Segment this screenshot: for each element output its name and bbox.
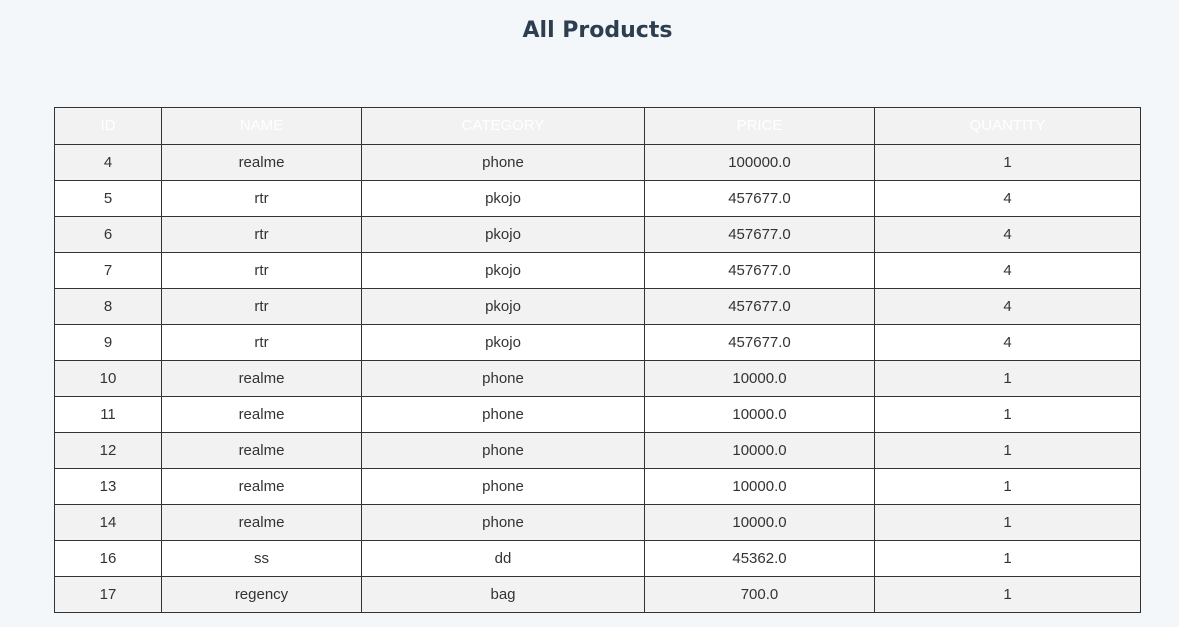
cell-price: 10000.0 (644, 504, 875, 541)
cell-category: pkojo (361, 252, 645, 289)
table-row: 7 rtr pkojo 457677.0 4 (54, 252, 1141, 289)
cell-category: phone (361, 504, 645, 541)
table-row: 14 realme phone 10000.0 1 (54, 504, 1141, 541)
cell-id: 10 (54, 360, 162, 397)
cell-price: 10000.0 (644, 360, 875, 397)
cell-name: regency (161, 576, 362, 613)
cell-category: phone (361, 396, 645, 433)
cell-category: phone (361, 432, 645, 469)
cell-name: rtr (161, 180, 362, 217)
products-table: ID NAME CATEGORY PRICE QUANTITY 4 realme… (54, 107, 1141, 613)
column-header-category: CATEGORY (361, 107, 645, 145)
cell-id: 6 (54, 216, 162, 253)
cell-price: 457677.0 (644, 180, 875, 217)
cell-name: realme (161, 432, 362, 469)
table-header-row: ID NAME CATEGORY PRICE QUANTITY (54, 107, 1141, 145)
cell-category: pkojo (361, 180, 645, 217)
table-row: 12 realme phone 10000.0 1 (54, 432, 1141, 469)
cell-price: 10000.0 (644, 468, 875, 505)
cell-id: 7 (54, 252, 162, 289)
cell-name: rtr (161, 324, 362, 361)
table-row: 16 ss dd 45362.0 1 (54, 540, 1141, 577)
column-header-price: PRICE (644, 107, 875, 145)
cell-price: 700.0 (644, 576, 875, 613)
table-row: 10 realme phone 10000.0 1 (54, 360, 1141, 397)
cell-price: 457677.0 (644, 252, 875, 289)
cell-quantity: 1 (874, 468, 1141, 505)
cell-price: 457677.0 (644, 216, 875, 253)
cell-name: realme (161, 360, 362, 397)
cell-category: dd (361, 540, 645, 577)
table-row: 13 realme phone 10000.0 1 (54, 468, 1141, 505)
cell-name: realme (161, 468, 362, 505)
table-row: 5 rtr pkojo 457677.0 4 (54, 180, 1141, 217)
cell-id: 4 (54, 144, 162, 181)
cell-quantity: 1 (874, 432, 1141, 469)
table-row: 8 rtr pkojo 457677.0 4 (54, 288, 1141, 325)
cell-quantity: 1 (874, 396, 1141, 433)
column-header-id: ID (54, 107, 162, 145)
page-title: All Products (522, 18, 673, 43)
table-row: 9 rtr pkojo 457677.0 4 (54, 324, 1141, 361)
cell-price: 45362.0 (644, 540, 875, 577)
cell-quantity: 4 (874, 324, 1141, 361)
cell-price: 100000.0 (644, 144, 875, 181)
cell-id: 14 (54, 504, 162, 541)
table-row: 17 regency bag 700.0 1 (54, 576, 1141, 613)
cell-name: rtr (161, 216, 362, 253)
cell-id: 17 (54, 576, 162, 613)
cell-price: 10000.0 (644, 396, 875, 433)
cell-price: 457677.0 (644, 324, 875, 361)
cell-quantity: 4 (874, 216, 1141, 253)
cell-quantity: 1 (874, 144, 1141, 181)
cell-id: 12 (54, 432, 162, 469)
cell-id: 13 (54, 468, 162, 505)
cell-id: 5 (54, 180, 162, 217)
cell-category: phone (361, 468, 645, 505)
cell-name: realme (161, 396, 362, 433)
column-header-name: NAME (161, 107, 362, 145)
cell-price: 10000.0 (644, 432, 875, 469)
cell-quantity: 4 (874, 288, 1141, 325)
cell-category: pkojo (361, 216, 645, 253)
cell-category: pkojo (361, 288, 645, 325)
cell-name: ss (161, 540, 362, 577)
cell-quantity: 1 (874, 504, 1141, 541)
cell-id: 11 (54, 396, 162, 433)
table-row: 11 realme phone 10000.0 1 (54, 396, 1141, 433)
cell-quantity: 1 (874, 360, 1141, 397)
cell-id: 16 (54, 540, 162, 577)
cell-name: realme (161, 144, 362, 181)
table-row: 4 realme phone 100000.0 1 (54, 144, 1141, 181)
table-row: 6 rtr pkojo 457677.0 4 (54, 216, 1141, 253)
cell-price: 457677.0 (644, 288, 875, 325)
cell-quantity: 1 (874, 540, 1141, 577)
cell-category: pkojo (361, 324, 645, 361)
column-header-quantity: QUANTITY (874, 107, 1141, 145)
cell-quantity: 1 (874, 576, 1141, 613)
cell-quantity: 4 (874, 252, 1141, 289)
cell-id: 9 (54, 324, 162, 361)
cell-name: rtr (161, 288, 362, 325)
cell-quantity: 4 (874, 180, 1141, 217)
cell-category: phone (361, 360, 645, 397)
cell-name: rtr (161, 252, 362, 289)
cell-id: 8 (54, 288, 162, 325)
cell-name: realme (161, 504, 362, 541)
cell-category: bag (361, 576, 645, 613)
cell-category: phone (361, 144, 645, 181)
